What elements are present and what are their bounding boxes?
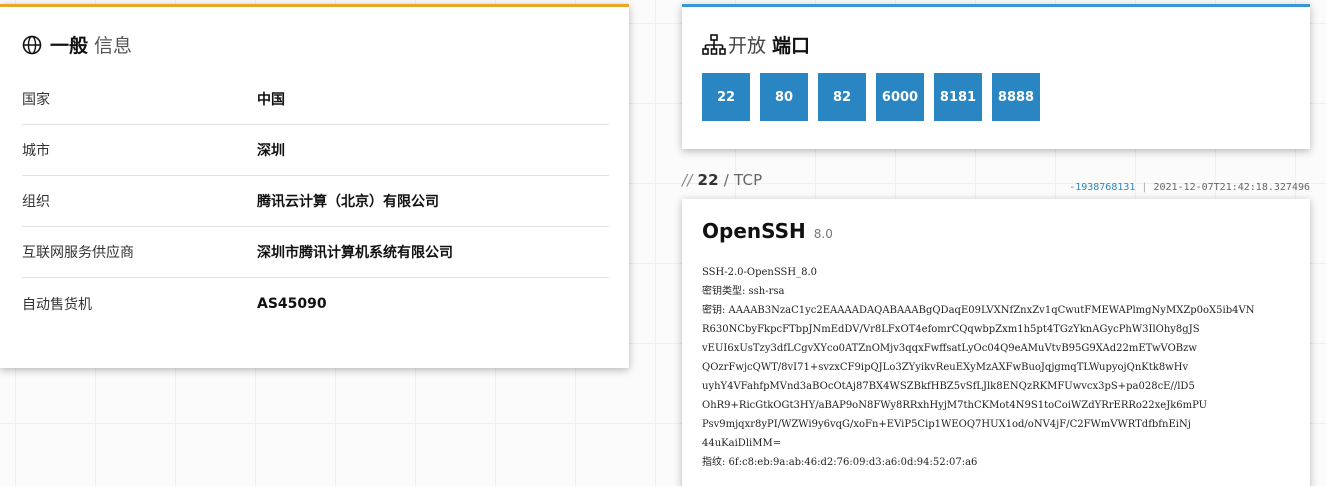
service-card: OpenSSH 8.0 SSH-2.0-OpenSSH_8.0 密钥类型: ss…	[682, 199, 1310, 486]
ports-title-light: 开放	[728, 35, 767, 57]
banner-line: OhR9+RicGtkOGt3HY/aBAP9oN8FWy8RRxhHyjM7t…	[702, 400, 1208, 411]
meta-separator: |	[1141, 182, 1148, 193]
general-title-light: 信息	[94, 35, 133, 57]
info-row-organization: 组织 腾讯云计算（北京）有限公司	[22, 176, 609, 227]
service-port-number: 22	[697, 171, 719, 189]
banner-line: vEUI6xUsTzy3dfLCgvXYco0ATZnOMjv3qqxFwffs…	[702, 343, 1197, 354]
service-title: OpenSSH 8.0	[702, 219, 833, 243]
port-list: 22 80 82 6000 8181 8888	[702, 73, 1050, 121]
port-button-8888[interactable]: 8888	[992, 73, 1040, 121]
port-button-80[interactable]: 80	[760, 73, 808, 121]
banner-line: 指纹: 6f:c8:eb:9a:ab:46:d2:76:09:d3:a6:0d:…	[702, 457, 978, 468]
heading-slashes: //	[682, 171, 693, 189]
banner-line: Psv9mjqxr8yPI/WZWi9y6vqG/xoFn+EViP5Cip1W…	[702, 419, 1191, 430]
general-info-table: 国家 中国 城市 深圳 组织 腾讯云计算（北京）有限公司 互联网服务供应商 深圳…	[22, 74, 609, 329]
ports-title-strong: 端口	[772, 35, 811, 57]
info-value: 深圳市腾讯计算机系统有限公司	[257, 245, 453, 261]
info-key: 组织	[22, 194, 50, 210]
port-button-8181[interactable]: 8181	[934, 73, 982, 121]
info-row-isp: 互联网服务供应商 深圳市腾讯计算机系统有限公司	[22, 227, 609, 278]
port-button-22[interactable]: 22	[702, 73, 750, 121]
service-banner: SSH-2.0-OpenSSH_8.0 密钥类型: ssh-rsa 密钥: AA…	[702, 263, 1297, 472]
port-button-82[interactable]: 82	[818, 73, 866, 121]
port-button-6000[interactable]: 6000	[876, 73, 924, 121]
open-ports-title: 开放 端口	[702, 31, 810, 58]
service-hash-link[interactable]: -1938768131	[1069, 182, 1135, 193]
globe-icon	[22, 35, 42, 54]
info-key: 国家	[22, 92, 50, 108]
info-value: 深圳	[257, 143, 285, 159]
open-ports-card: 开放 端口 22 80 82 6000 8181 8888	[682, 4, 1310, 149]
service-version: 8.0	[813, 227, 833, 241]
banner-line: 密钥: AAAAB3NzaC1yc2EAAAADAQABAAABgQDaqE09…	[702, 305, 1255, 316]
info-row-country: 国家 中国	[22, 74, 609, 125]
service-name: OpenSSH	[702, 219, 806, 243]
network-icon	[702, 33, 726, 55]
service-timestamp: 2021-12-07T21:42:18.327496	[1153, 182, 1310, 193]
service-meta: -1938768131 | 2021-12-07T21:42:18.327496	[1069, 182, 1310, 193]
general-info-title: 一般 信息	[22, 31, 132, 58]
banner-line: 密钥类型: ssh-rsa	[702, 286, 785, 297]
banner-line: 44uKaiDliMM=	[702, 438, 782, 449]
info-key: 自动售货机	[22, 296, 92, 313]
banner-line: R630NCbyFkpcFTbpJNmEdDV/Vr8LFxOT4efomrCQ…	[702, 324, 1200, 335]
general-title-strong: 一般	[50, 35, 89, 57]
info-row-asn: 自动售货机 AS45090	[22, 278, 609, 329]
info-key: 城市	[22, 143, 50, 159]
general-info-card: 一般 信息 国家 中国 城市 深圳 组织 腾讯云计算（北京）有限公司 互联网服务…	[0, 4, 629, 368]
service-protocol: / TCP	[723, 171, 763, 189]
info-value: 中国	[257, 92, 285, 108]
service-port-heading: // 22 / TCP	[682, 171, 762, 189]
info-value: 腾讯云计算（北京）有限公司	[257, 194, 439, 210]
banner-line: uyhY4VFahfpMVnd3aBOcOtAj87BX4WSZBkfHBZ5v…	[702, 381, 1195, 392]
info-row-city: 城市 深圳	[22, 125, 609, 176]
info-value: AS45090	[257, 295, 327, 312]
banner-line: QOzrFwjcQWT/8vI71+svzxCF9ipQJLo3ZYyikvRe…	[702, 362, 1189, 373]
banner-line: SSH-2.0-OpenSSH_8.0	[702, 267, 818, 278]
info-key: 互联网服务供应商	[22, 245, 134, 261]
